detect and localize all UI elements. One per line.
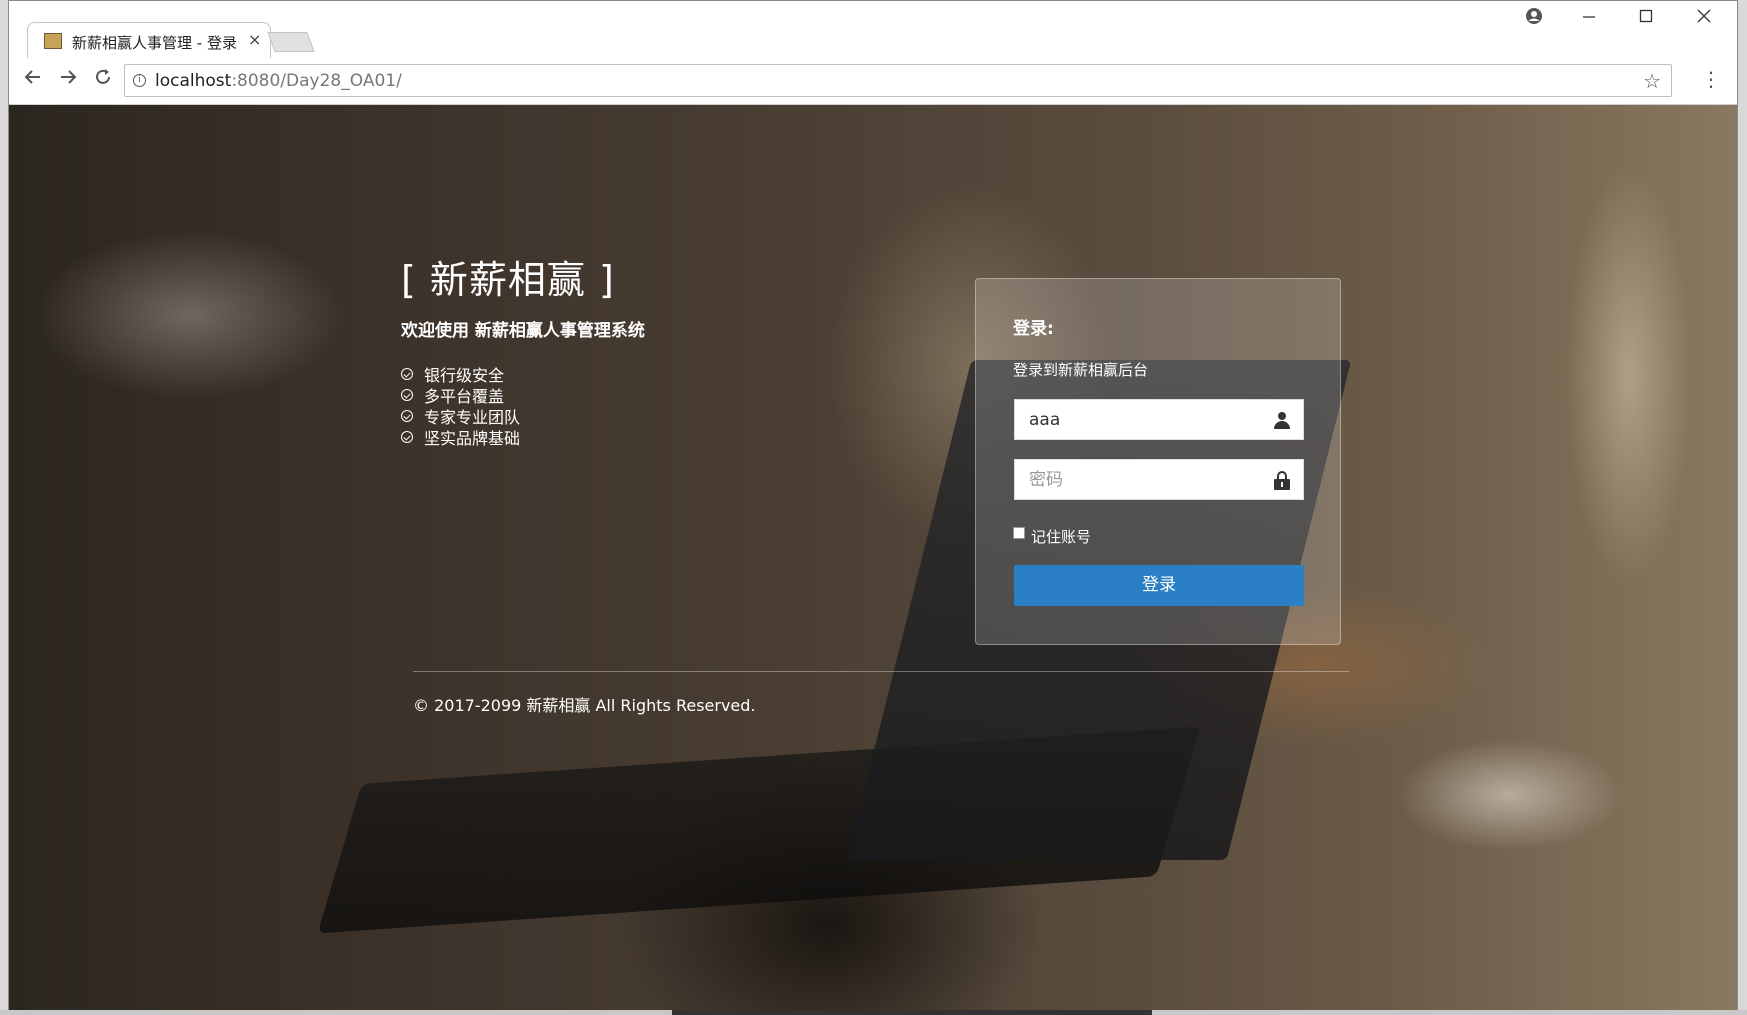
login-panel: 登录: 登录到新薪相赢后台 记住账号 登录 [975, 278, 1341, 645]
close-icon[interactable] [1684, 7, 1724, 28]
feature-item: 专家专业团队 [401, 405, 645, 427]
password-input[interactable] [1015, 460, 1269, 499]
browser-tab[interactable]: 新薪相赢人事管理 - 登录 × [27, 22, 271, 58]
new-tab-button[interactable] [267, 32, 315, 52]
remember-checkbox[interactable] [1013, 526, 1025, 539]
footer-divider [413, 671, 1349, 672]
title-bar: 新薪相赢人事管理 - 登录 × [9, 1, 1737, 59]
favicon-icon [44, 33, 62, 49]
info-icon[interactable]: i [133, 74, 146, 87]
remember-account[interactable]: 记住账号 [1013, 526, 1091, 547]
login-button[interactable]: 登录 [1014, 565, 1304, 606]
username-field[interactable] [1014, 399, 1304, 440]
remember-label: 记住账号 [1031, 528, 1092, 546]
brand-title: [ 新薪相赢 ] [401, 258, 615, 302]
check-circle-icon [401, 430, 413, 443]
star-icon[interactable]: ☆ [1643, 69, 1661, 93]
intro-block: [ 新薪相赢 ] 欢迎使用 新薪相赢人事管理系统 银行级安全 多平台覆盖 专家专… [401, 249, 645, 448]
account-icon[interactable] [1514, 7, 1554, 30]
page-background: [ 新薪相赢 ] 欢迎使用 新薪相赢人事管理系统 银行级安全 多平台覆盖 专家专… [9, 105, 1737, 1011]
minimize-icon[interactable] [1569, 7, 1609, 28]
check-circle-icon [401, 409, 413, 422]
browser-window: 新薪相赢人事管理 - 登录 × i localhost:8080/Day28_O [8, 0, 1738, 1012]
forward-icon[interactable] [54, 67, 82, 93]
feature-item: 坚实品牌基础 [401, 426, 645, 448]
login-title: 登录: [1013, 319, 1054, 339]
password-field[interactable] [1014, 459, 1304, 500]
reload-icon[interactable] [89, 67, 117, 93]
copyright-footer: © 2017-2099 新薪相赢 All Rights Reserved. [413, 696, 756, 715]
check-circle-icon [401, 388, 413, 401]
address-bar[interactable]: i localhost:8080/Day28_OA01/ ☆ [124, 64, 1672, 97]
maximize-icon[interactable] [1626, 7, 1666, 28]
tab-title: 新薪相赢人事管理 - 登录 [72, 34, 237, 52]
feature-item: 多平台覆盖 [401, 384, 645, 406]
feature-item: 银行级安全 [401, 363, 645, 385]
login-subtitle: 登录到新薪相赢后台 [1013, 361, 1149, 379]
tab-close-icon[interactable]: × [248, 30, 261, 49]
lock-icon [1273, 471, 1291, 490]
user-icon [1273, 412, 1291, 430]
menu-icon[interactable]: ⋮ [1701, 67, 1721, 91]
check-circle-icon [401, 367, 413, 380]
username-input[interactable] [1015, 400, 1269, 439]
scrollbar-thumb[interactable] [672, 1010, 1152, 1015]
browser-toolbar: i localhost:8080/Day28_OA01/ ☆ ⋮ [9, 58, 1737, 105]
back-icon[interactable] [19, 67, 47, 93]
url-text[interactable]: localhost:8080/Day28_OA01/ [155, 71, 402, 91]
welcome-text: 欢迎使用 新薪相赢人事管理系统 [401, 321, 645, 341]
feature-list: 银行级安全 多平台覆盖 专家专业团队 坚实品牌基础 [401, 363, 645, 448]
